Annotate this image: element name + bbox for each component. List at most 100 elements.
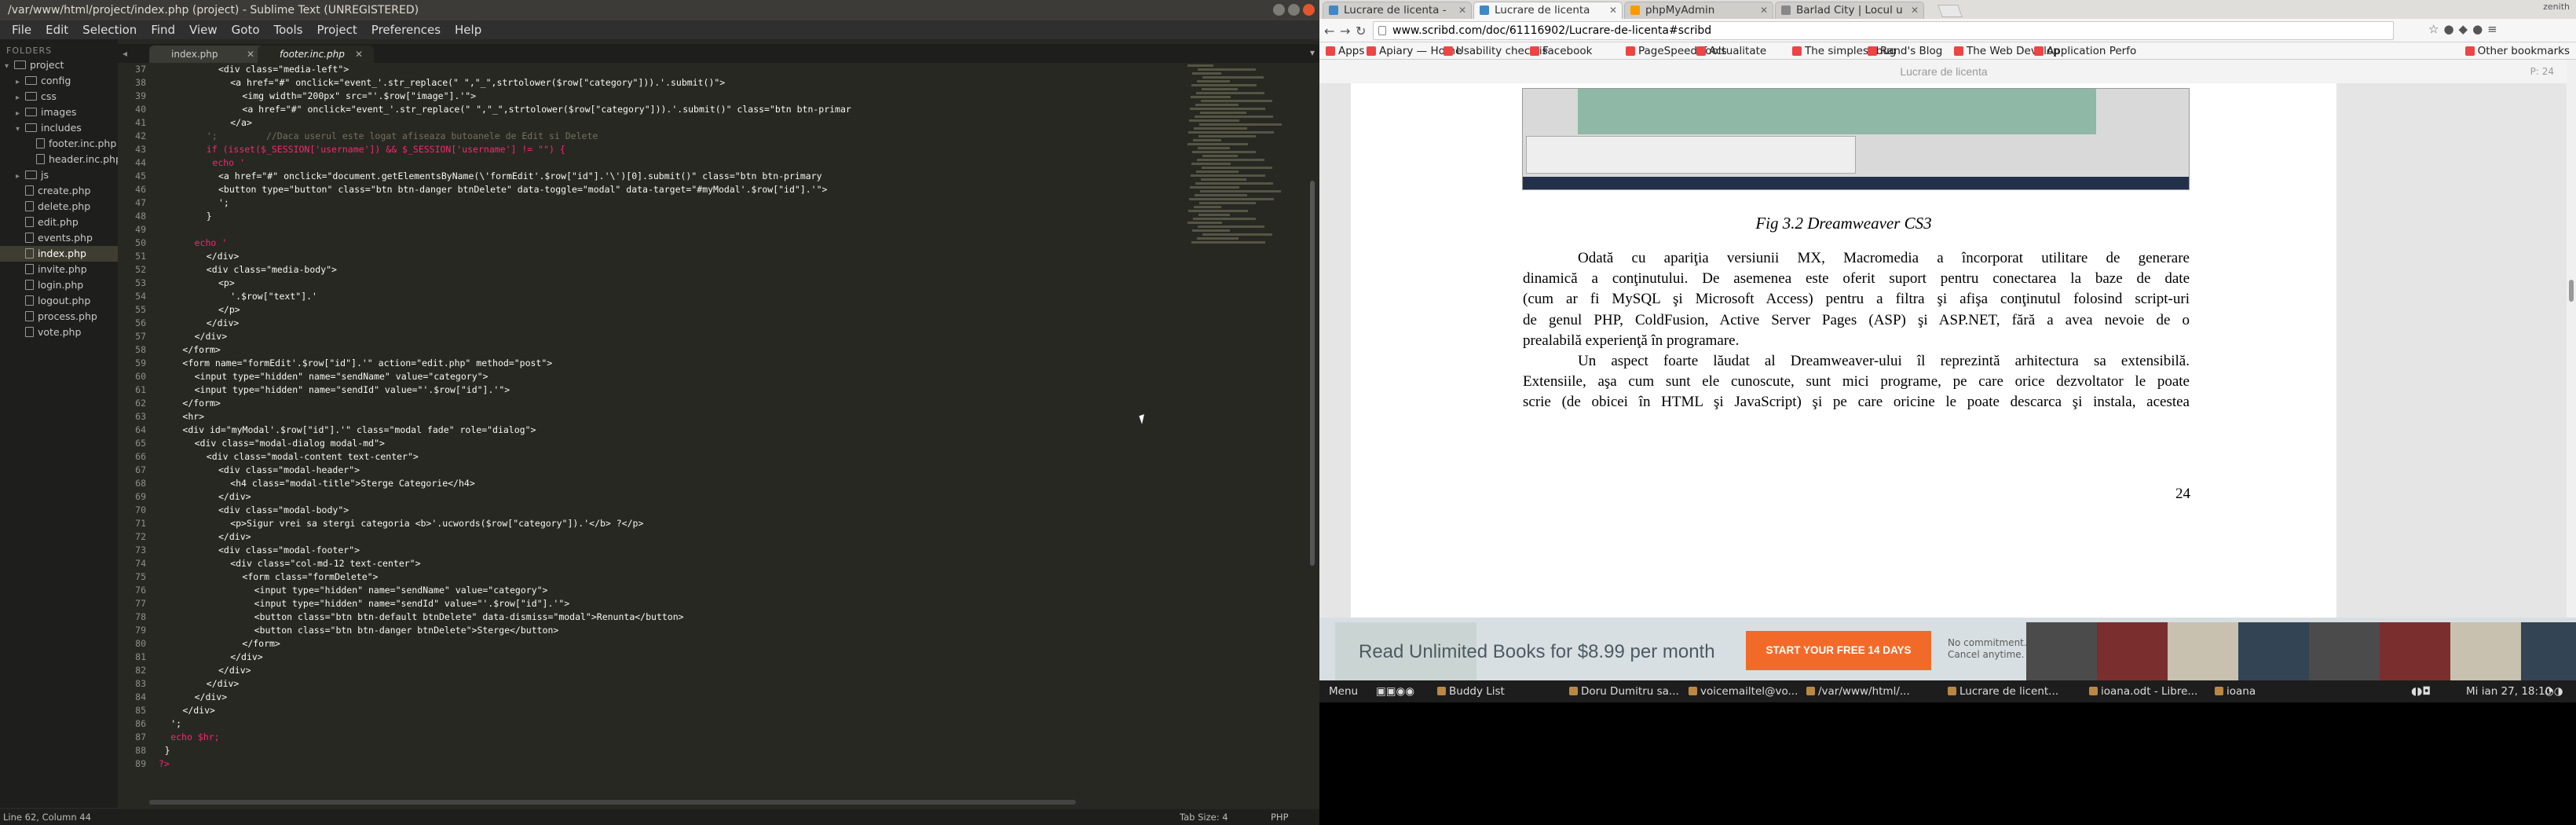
sidebar-item-invite-php[interactable]: invite.php — [0, 262, 118, 277]
sidebar-item-index-php[interactable]: index.php — [0, 246, 118, 262]
taskbar-item[interactable]: /var/www/html/... — [1806, 680, 1910, 702]
taskbar-item[interactable]: ioana.odt - Libre... — [2089, 680, 2197, 702]
sidebar-item-includes[interactable]: ▾ includes — [0, 120, 118, 136]
code-line[interactable]: </div> — [159, 490, 1305, 504]
menu-selection[interactable]: Selection — [75, 23, 144, 37]
menu-goto[interactable]: Goto — [225, 23, 267, 37]
browser-tab-active[interactable]: Lucrare de licenta ✕ — [1473, 2, 1623, 19]
sidebar-item-images[interactable]: ▸ images — [0, 104, 118, 120]
code-line[interactable]: <button class="btn btn-danger btnDelete"… — [159, 624, 1305, 637]
code-line[interactable]: <button class="btn btn-default btnDelete… — [159, 610, 1305, 624]
horizontal-scrollbar[interactable] — [149, 800, 1076, 805]
code-line[interactable]: <img width="200px" src="'.$row["image"].… — [159, 90, 1305, 103]
code-line[interactable]: </p> — [159, 303, 1305, 317]
code-line[interactable]: </div> — [159, 651, 1305, 664]
code-line[interactable]: </div> — [159, 530, 1305, 544]
bookmark-facebook[interactable]: Facebook — [1530, 42, 1592, 60]
profile-name[interactable]: zenith — [2543, 2, 2570, 12]
code-line[interactable]: <div class="media-body"> — [159, 263, 1305, 277]
free-trial-button[interactable]: START YOUR FREE 14 DAYS — [1746, 631, 1931, 670]
code-line[interactable]: <div class="modal-footer"> — [159, 544, 1305, 557]
code-line[interactable]: <a href="#" onclick="event_'.str_replace… — [159, 76, 1305, 90]
code-line[interactable]: <p>Sigur vrei sa stergi categoria <b>'.u… — [159, 517, 1305, 530]
minimize-button[interactable] — [1273, 4, 1285, 16]
maximize-button[interactable] — [1288, 4, 1300, 16]
browser-tab[interactable]: Barlad City | Locul u ✕ — [1775, 2, 1924, 19]
code-line[interactable]: } — [159, 210, 1305, 223]
code-line[interactable]: echo ' — [159, 156, 1305, 170]
code-line[interactable]: <p> — [159, 277, 1305, 290]
sidebar-item-vote-php[interactable]: vote.php — [0, 324, 118, 340]
code-line[interactable]: <input type="hidden" name="sendName" val… — [159, 584, 1305, 597]
reload-icon[interactable]: ↻ — [1356, 24, 1366, 38]
code-line[interactable]: <form name="formEdit'.$row["id"].'" acti… — [159, 357, 1305, 370]
code-line[interactable]: <hr> — [159, 410, 1305, 424]
tray-status-icons[interactable]: ◔◑ — [2545, 680, 2563, 702]
sidebar-item-project[interactable]: ▾ project — [0, 57, 118, 73]
menu-view[interactable]: View — [182, 23, 225, 37]
code-line[interactable]: '; — [159, 717, 1305, 731]
code-line[interactable]: </div> — [159, 704, 1305, 717]
code-line[interactable]: </div> — [159, 664, 1305, 677]
bookmark-apps[interactable]: Apps — [1326, 42, 1364, 60]
code-line[interactable]: echo ' — [159, 236, 1305, 250]
code-line[interactable] — [159, 223, 1305, 236]
menu-tools[interactable]: Tools — [267, 23, 310, 37]
code-line[interactable]: <input type="hidden" name="sendId" value… — [159, 383, 1305, 397]
sidebar-item-process-php[interactable]: process.php — [0, 309, 118, 324]
system-tray-icons[interactable]: ◖◗◘ — [2411, 680, 2431, 702]
close-tab-icon[interactable]: ✕ — [1911, 2, 1919, 18]
sidebar-item-header-inc-php[interactable]: header.inc.php — [0, 152, 122, 167]
code-line[interactable]: </div> — [159, 677, 1305, 691]
taskbar-item[interactable]: ioana — [2215, 680, 2256, 702]
code-line[interactable]: <div class="modal-header"> — [159, 464, 1305, 477]
syntax-indicator[interactable]: PHP — [1271, 809, 1289, 825]
tab-footer-inc-php[interactable]: footer.inc.php ✕ — [258, 46, 374, 63]
scroll-thumb[interactable] — [2569, 280, 2574, 302]
code-line[interactable]: '.$row["text"].' — [159, 290, 1305, 303]
page-viewport[interactable]: Lucrare de licenta P: 24 Fig 3.2 Dreamwe… — [1319, 60, 2576, 677]
code-line[interactable]: <div class="col-md-12 text-center"> — [159, 557, 1305, 570]
sidebar-item-config[interactable]: ▸ config — [0, 73, 118, 89]
vertical-scrollbar[interactable] — [1310, 181, 1315, 566]
code-line[interactable]: </div> — [159, 330, 1305, 343]
code-line[interactable]: '; //Daca userul este logat afiseaza but… — [159, 130, 1305, 143]
address-bar[interactable]: www.scribd.com/doc/61116902/Lucrare-de-l… — [1373, 21, 2394, 40]
sidebar-item-events-php[interactable]: events.php — [0, 230, 118, 246]
menu-file[interactable]: File — [5, 23, 38, 37]
code-line[interactable]: </div> — [159, 691, 1305, 704]
code-line[interactable]: <div class="modal-body"> — [159, 504, 1305, 517]
code-lines[interactable]: <div class="media-left"> <a href="#" oncl… — [159, 63, 1305, 792]
code-line[interactable]: <div id="myModal'.$row["id"].'" class="m… — [159, 424, 1305, 437]
code-line[interactable]: <button type="button" class="btn btn-dan… — [159, 183, 1305, 196]
extension-icons[interactable]: ☆●◆●≡ — [2428, 22, 2502, 36]
start-menu-button[interactable]: Menu — [1329, 680, 1358, 702]
bookmark-actualitate[interactable]: Actualitate — [1696, 42, 1766, 60]
forward-icon[interactable]: → — [1340, 24, 1350, 38]
close-button[interactable] — [1303, 4, 1315, 16]
taskbar-item[interactable]: voicemailtel@vo... — [1689, 680, 1798, 702]
close-tab-icon[interactable]: ✕ — [1609, 2, 1617, 18]
close-tab-icon[interactable]: ✕ — [1760, 2, 1768, 18]
tab-dropdown-icon[interactable]: ▾ — [1310, 47, 1315, 58]
code-line[interactable]: <input type="hidden" name="sendId" value… — [159, 597, 1305, 610]
taskbar-item[interactable]: Lucrare de licent... — [1948, 680, 2058, 702]
menu-project[interactable]: Project — [309, 23, 364, 37]
code-line[interactable]: </form> — [159, 397, 1305, 410]
browser-tab[interactable]: Lucrare de licenta - ✕ — [1323, 2, 1472, 19]
code-line[interactable]: echo $hr; — [159, 731, 1305, 744]
tab-index-php[interactable]: index.php ✕ — [149, 46, 265, 63]
sidebar-item-js[interactable]: ▸ js — [0, 167, 118, 183]
browser-tab[interactable]: phpMyAdmin ✕ — [1624, 2, 1773, 19]
quick-launch-icons[interactable]: ▣▣◉◉ — [1376, 680, 1414, 702]
taskbar-item[interactable]: Buddy List — [1437, 680, 1505, 702]
code-line[interactable]: <form class="formDelete"> — [159, 570, 1305, 584]
code-line[interactable]: <input type="hidden" name="sendName" val… — [159, 370, 1305, 383]
code-line[interactable]: <a href="#" onclick="event_'.str_replace… — [159, 103, 1305, 116]
sidebar-item-logout-php[interactable]: logout.php — [0, 293, 118, 309]
menu-help[interactable]: Help — [448, 23, 488, 37]
sidebar-item-delete-php[interactable]: delete.php — [0, 199, 118, 214]
code-line[interactable]: <h4 class="modal-title">Sterge Categorie… — [159, 477, 1305, 490]
tab-size-indicator[interactable]: Tab Size: 4 — [1180, 809, 1228, 825]
menu-preferences[interactable]: Preferences — [364, 23, 448, 37]
